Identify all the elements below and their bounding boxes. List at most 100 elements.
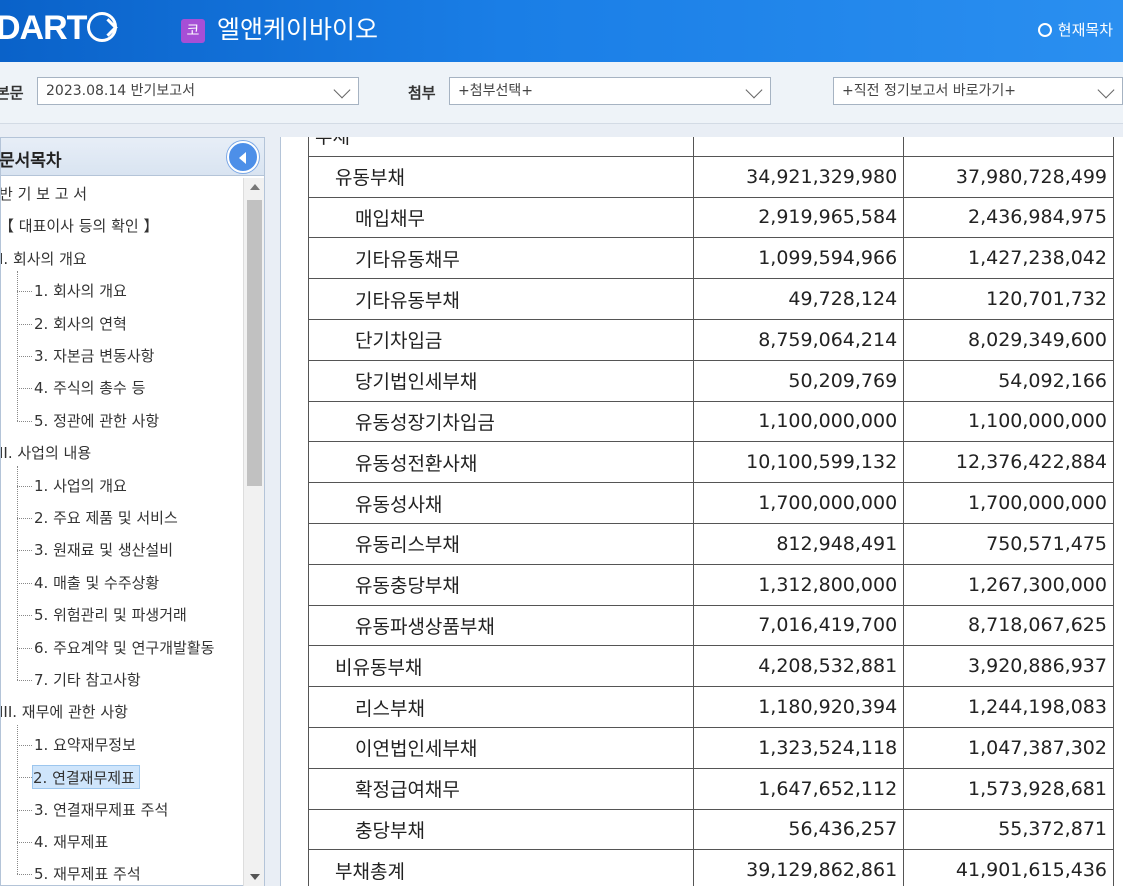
tree-connector: [17, 582, 32, 584]
tree-connector: [17, 842, 32, 843]
table-row: 충당부채 56,436,257 55,372,871: [307, 808, 1114, 851]
company-name[interactable]: 엘앤케이바이오: [217, 14, 378, 46]
current-period-value: 34,921,329,980: [693, 155, 905, 198]
chevron-down-icon: [745, 81, 763, 99]
table-row: 유동리스부채 812,948,491 750,571,475: [307, 522, 1114, 565]
toc-section[interactable]: III. 재무에 관한 사항: [1, 700, 128, 724]
current-period-value: 1,180,920,394: [693, 686, 905, 728]
prior-period-value: 8,718,067,625: [903, 604, 1114, 647]
current-period-value: 1,700,000,000: [693, 482, 905, 524]
account-name: 부채총계: [307, 849, 695, 886]
account-name: 유동성사채: [307, 482, 695, 524]
toc-panel: 문서목차 반 기 보 고 서 【 대표이사 등의 확인 】 I. 회사의 개요 1. …: [0, 137, 265, 886]
table-row: 유동성장기차입금 1,100,000,000 1,100,000,000: [307, 400, 1114, 443]
table-row: 유동파생상품부채 7,016,419,700 8,718,067,625: [307, 604, 1114, 647]
current-period-value: 4,208,532,881: [693, 645, 905, 688]
table-row: 매입채무 2,919,965,584 2,436,984,975: [307, 196, 1114, 239]
current-period-value: 1,099,594,966: [693, 237, 905, 280]
current-period-value: 812,948,491: [693, 522, 905, 565]
table-row: 당기법인세부채 50,209,769 54,092,166: [307, 359, 1114, 402]
tree-connector: [17, 615, 32, 617]
toc-section[interactable]: 【 대표이사 등의 확인 】: [1, 214, 158, 238]
prior-period-value: 750,571,475: [903, 522, 1114, 565]
account-name: 이연법인세부채: [307, 726, 695, 769]
tree-connector: [17, 518, 32, 519]
tree-connector: [17, 323, 32, 325]
current-period-value: 1,323,524,118: [693, 726, 905, 769]
tree-connector: [17, 388, 32, 390]
table-row: 유동부채 34,921,329,980 37,980,728,499: [307, 155, 1114, 198]
tree-connector: [17, 550, 32, 552]
current-period-value: 10,100,599,132: [693, 441, 905, 484]
chevron-down-icon: [333, 81, 351, 99]
main-doc-select[interactable]: 2023.08.14 반기보고서: [37, 77, 359, 105]
current-period-value: 7,016,419,700: [693, 604, 905, 647]
toc-section[interactable]: 반 기 보 고 서: [1, 182, 87, 206]
current-period-value: 1,100,000,000: [693, 400, 905, 443]
table-row: 기타유동부채 49,728,124 120,701,732: [307, 278, 1114, 320]
account-name: 유동성장기차입금: [307, 400, 695, 443]
account-name: 리스부채: [307, 686, 695, 728]
account-name: 확정급여채무: [307, 767, 695, 810]
prev-report-select[interactable]: +직전 정기보고서 바로가기+: [833, 77, 1123, 105]
toc-section[interactable]: II. 사업의 내용: [1, 441, 91, 465]
account-name: 기타유동부채: [307, 278, 695, 320]
prior-period-value: 12,376,422,884: [903, 441, 1114, 484]
account-name: 기타유동채무: [307, 237, 695, 280]
top-header: DART 코 엘앤케이바이오 현재목차: [0, 0, 1123, 62]
current-toc-link[interactable]: 현재목차: [1037, 19, 1113, 40]
scroll-up-icon[interactable]: [250, 184, 260, 190]
tree-connector: [17, 647, 32, 649]
toc-scrollbar[interactable]: [243, 178, 264, 886]
current-period-value: 56,436,257: [693, 808, 905, 851]
chevron-down-icon: [1097, 81, 1115, 99]
toc-item[interactable]: 2. 연결재무제표: [32, 765, 140, 790]
logo-o-icon: [87, 12, 118, 42]
prior-period-value: 8,029,349,600: [903, 318, 1114, 361]
current-period-value: 2,919,965,584: [693, 196, 905, 239]
table-row: 유동충당부채 1,312,800,000 1,267,300,000: [307, 563, 1114, 606]
tree-connector: [17, 744, 32, 746]
account-name: 비유동부채: [307, 645, 695, 688]
account-name: 유동충당부채: [307, 563, 695, 606]
prior-period-value: 37,980,728,499: [903, 155, 1114, 198]
dart-logo[interactable]: DART: [0, 8, 118, 48]
scroll-thumb[interactable]: [247, 200, 262, 486]
tree-connector: [17, 485, 32, 487]
tree-connector: [17, 809, 32, 811]
current-period-value: 8,759,064,214: [693, 318, 905, 361]
table-row: 이연법인세부채 1,323,524,118 1,047,387,302: [307, 726, 1114, 769]
current-period-value: [693, 137, 905, 157]
table-row: 확정급여채무 1,647,652,112 1,573,928,681: [307, 767, 1114, 810]
account-name: 유동리스부채: [307, 522, 695, 565]
account-name: 매입채무: [307, 196, 695, 239]
table-row: 기타유동채무 1,099,594,966 1,427,238,042: [307, 237, 1114, 280]
tree-connector: [17, 465, 18, 680]
prior-period-value: 54,092,166: [903, 359, 1114, 402]
account-name: 부채: [307, 137, 695, 157]
prior-period-value: 1,244,198,083: [903, 686, 1114, 728]
current-period-value: 1,312,800,000: [693, 563, 905, 606]
scroll-down-icon[interactable]: [250, 874, 260, 880]
prior-period-value: 120,701,732: [903, 278, 1114, 320]
prior-period-value: 1,100,000,000: [903, 400, 1114, 443]
prior-period-value: 1,573,928,681: [903, 767, 1114, 810]
account-name: 당기법인세부채: [307, 359, 695, 402]
prior-period-value: 55,372,871: [903, 808, 1114, 851]
toc-item[interactable]: 6. 주요계약 및 연구개발활동: [1, 636, 214, 660]
attach-select[interactable]: +첨부선택+: [449, 77, 771, 105]
tree-connector: [17, 356, 32, 357]
prior-period-value: 3,920,886,937: [903, 645, 1114, 688]
tree-connector: [17, 420, 32, 422]
collapse-toc-button[interactable]: [227, 141, 259, 173]
company-market-badge: 코: [181, 19, 205, 43]
table-row: 리스부채 1,180,920,394 1,244,198,083: [307, 686, 1114, 728]
prior-period-value: 41,901,615,436: [903, 849, 1114, 886]
account-name: 충당부채: [307, 808, 695, 851]
table-row: 비유동부채 4,208,532,881 3,920,886,937: [307, 645, 1114, 688]
toc-section[interactable]: I. 회사의 개요: [1, 247, 87, 271]
current-period-value: 50,209,769: [693, 359, 905, 402]
account-name: 유동부채: [307, 155, 695, 198]
table-row: 유동성사채 1,700,000,000 1,700,000,000: [307, 482, 1114, 524]
tree-connector: [17, 680, 32, 681]
